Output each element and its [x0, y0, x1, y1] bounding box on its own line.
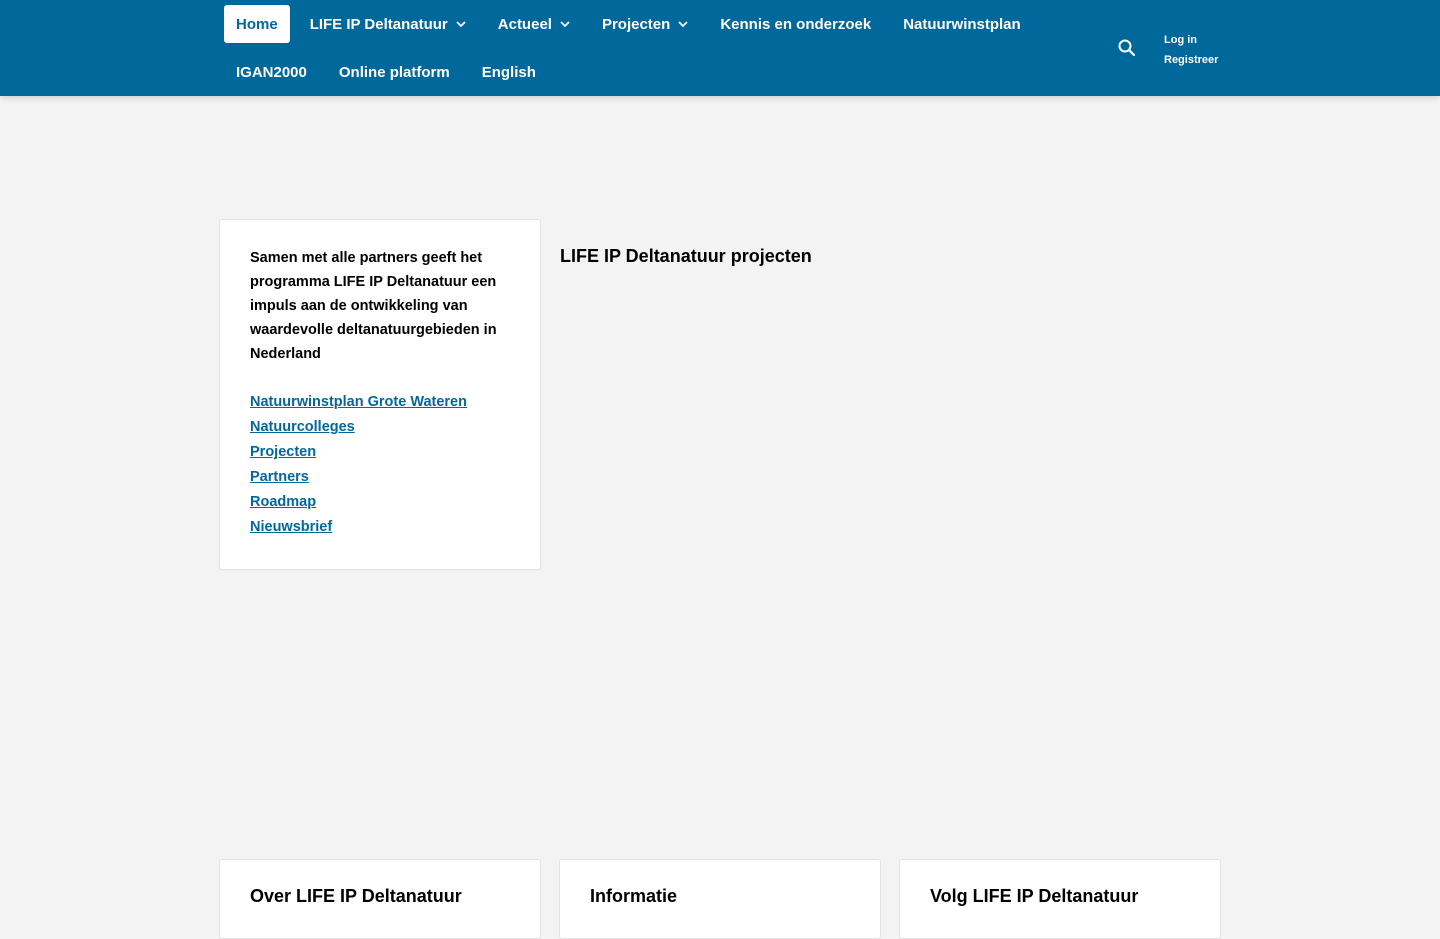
nav-item-projecten[interactable]: Projecten: [590, 5, 700, 43]
nav-item-label: Projecten: [601, 15, 671, 33]
link-natuurcolleges[interactable]: Natuurcolleges: [250, 415, 510, 440]
top-navigation-bar: Home LIFE IP Deltanatuur Actueel Project…: [0, 0, 1440, 96]
register-link[interactable]: Registreer: [1164, 50, 1218, 70]
nav-item-home[interactable]: Home: [224, 5, 290, 43]
chevron-down-icon: [560, 19, 570, 29]
nav-item-online-platform[interactable]: Online platform: [327, 53, 462, 91]
nav-item-label: Home: [236, 15, 278, 33]
main-nav-row-1: Home LIFE IP Deltanatuur Actueel Project…: [224, 5, 1033, 43]
nav-item-label: Natuurwinstplan: [903, 15, 1021, 33]
login-link[interactable]: Log in: [1164, 30, 1218, 50]
projects-section-title: LIFE IP Deltanatuur projecten: [560, 246, 812, 266]
footer-card-informatie: Informatie: [559, 859, 881, 939]
chevron-down-icon: [678, 19, 688, 29]
intro-card: Samen met alle partners geeft het progra…: [219, 219, 541, 570]
nav-item-life-ip-deltanatuur[interactable]: LIFE IP Deltanatuur: [298, 5, 478, 43]
intro-link-list: Natuurwinstplan Grote Wateren Natuurcoll…: [250, 390, 510, 540]
nav-item-english[interactable]: English: [470, 53, 548, 91]
link-natuurwinstplan-grote-wateren[interactable]: Natuurwinstplan Grote Wateren: [250, 390, 510, 415]
nav-item-label: IGAN2000: [236, 63, 307, 81]
intro-text: Samen met alle partners geeft het progra…: [250, 250, 497, 362]
account-links: Log in Registreer: [1164, 30, 1218, 70]
nav-item-igan2000[interactable]: IGAN2000: [224, 53, 319, 91]
nav-item-label: English: [481, 63, 536, 81]
chevron-down-icon: [456, 19, 466, 29]
nav-item-label: Online platform: [338, 63, 450, 81]
search-icon[interactable]: [1115, 36, 1139, 60]
link-roadmap[interactable]: Roadmap: [250, 490, 510, 515]
footer-card-volg: Volg LIFE IP Deltanatuur: [899, 859, 1221, 939]
footer-card-title: Volg LIFE IP Deltanatuur: [930, 886, 1139, 906]
nav-item-label: LIFE IP Deltanatuur: [309, 15, 448, 33]
nav-item-actueel[interactable]: Actueel: [486, 5, 582, 43]
footer-card-title: Over LIFE IP Deltanatuur: [250, 886, 462, 906]
nav-item-label: Actueel: [497, 15, 552, 33]
nav-item-label: Kennis en onderzoek: [720, 15, 872, 33]
link-nieuwsbrief[interactable]: Nieuwsbrief: [250, 515, 510, 540]
nav-item-natuurwinstplan[interactable]: Natuurwinstplan: [891, 5, 1033, 43]
main-nav-row-2: IGAN2000 Online platform English: [224, 53, 548, 91]
footer-card-title: Informatie: [590, 886, 678, 906]
link-projecten[interactable]: Projecten: [250, 440, 510, 465]
footer-card-over: Over LIFE IP Deltanatuur: [219, 859, 541, 939]
link-partners[interactable]: Partners: [250, 465, 510, 490]
nav-item-kennis-en-onderzoek[interactable]: Kennis en onderzoek: [708, 5, 883, 43]
